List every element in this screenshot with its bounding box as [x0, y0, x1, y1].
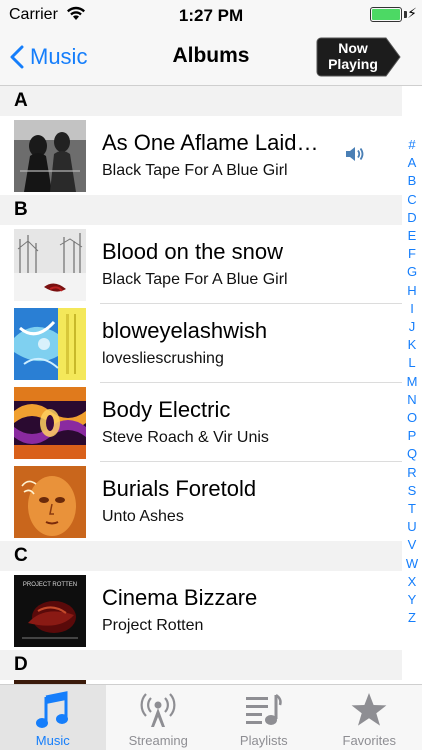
album-title: Cinema Bizzare	[102, 585, 258, 610]
album-art-text: PROJECT ROTTEN	[23, 582, 77, 588]
index-letter[interactable]: C	[407, 191, 416, 209]
index-letter[interactable]: I	[410, 300, 414, 318]
tab-playlists-label: Playlists	[239, 733, 288, 748]
album-artist: Black Tape For A Blue Girl	[102, 162, 288, 179]
speaker-icon	[345, 146, 365, 167]
album-title: Body Electric	[102, 397, 231, 422]
album-row[interactable]: As One Aflame Laid… Black Tape For A Blu…	[0, 116, 402, 195]
charging-bolt-icon: ⚡︎	[407, 5, 417, 21]
navigation-bar: Music Albums Now Playing	[0, 30, 422, 86]
index-letter[interactable]: K	[408, 336, 417, 354]
index-letter[interactable]: Z	[408, 609, 416, 627]
album-artist: Unto Ashes	[102, 508, 184, 525]
index-letter[interactable]: O	[407, 409, 417, 427]
index-letter[interactable]: B	[408, 172, 417, 190]
index-letter[interactable]: M	[407, 373, 418, 391]
album-row[interactable]: Burials Foretold Unto Ashes	[0, 462, 402, 541]
album-list[interactable]: A As One Aflame Laid… Black Tape For A B…	[0, 86, 402, 684]
index-letter[interactable]: L	[408, 354, 415, 372]
album-title: Blood on the snow	[102, 239, 284, 264]
playlist-icon	[211, 691, 317, 729]
album-artist: Black Tape For A Blue Girl	[102, 271, 288, 288]
section-header-c: C	[0, 541, 402, 571]
section-header-a: A	[0, 86, 402, 116]
album-art	[14, 308, 86, 380]
album-title: bloweyelashwish	[102, 318, 268, 343]
index-letter[interactable]: G	[407, 263, 417, 281]
index-letter[interactable]: E	[408, 227, 417, 245]
index-letter[interactable]: T	[408, 500, 416, 518]
album-artist: Project Rotten	[102, 617, 204, 634]
album-title: Burials Foretold	[102, 476, 257, 501]
index-letter[interactable]: W	[406, 555, 418, 573]
now-playing-button[interactable]: Now Playing	[316, 37, 402, 77]
clock: 1:27 PM	[178, 6, 244, 25]
album-art	[14, 466, 86, 538]
index-letter[interactable]: U	[407, 518, 416, 536]
now-playing-label: Now Playing	[328, 40, 378, 72]
tab-streaming-label: Streaming	[128, 733, 188, 748]
album-row[interactable]: bloweyelashwish lovesliescrushing	[0, 304, 402, 383]
tab-bar: Music Streaming Playlists Favorites	[0, 684, 422, 750]
battery-icon	[370, 7, 402, 22]
album-art	[14, 120, 86, 192]
tab-playlists[interactable]: Playlists	[211, 685, 317, 750]
album-row[interactable]: PROJECT ROTTEN Cinema Bizzare Project Ro…	[0, 571, 402, 650]
index-letter[interactable]: D	[407, 209, 416, 227]
index-letter[interactable]: Q	[407, 445, 417, 463]
index-letter[interactable]: V	[408, 536, 417, 554]
album-row[interactable]: Blood on the snow Black Tape For A Blue …	[0, 225, 402, 304]
status-bar: Carrier 1:27 PM ⚡︎	[0, 0, 422, 30]
album-artist: lovesliescrushing	[102, 350, 224, 367]
index-letter[interactable]: Y	[408, 591, 417, 609]
tab-streaming[interactable]: Streaming	[106, 685, 212, 750]
index-letter[interactable]: R	[407, 464, 416, 482]
index-letter[interactable]: J	[409, 318, 416, 336]
album-artist: Steve Roach & Vir Unis	[102, 429, 269, 446]
index-letter[interactable]: A	[408, 154, 417, 172]
album-row[interactable]: Body Electric Steve Roach & Vir Unis	[0, 383, 402, 462]
music-note-icon	[0, 691, 106, 729]
star-icon	[317, 691, 422, 729]
index-letter[interactable]: X	[408, 573, 417, 591]
tab-music-label: Music	[35, 733, 70, 748]
section-index[interactable]: # A B C D E F G H I J K L M N O P Q R S T U V W X Y Z	[402, 136, 422, 627]
index-letter[interactable]: H	[407, 282, 416, 300]
tab-favorites-label: Favorites	[342, 733, 396, 748]
index-letter[interactable]: F	[408, 245, 416, 263]
album-art: PROJECT ROTTEN	[14, 575, 86, 647]
broadcast-icon	[106, 691, 212, 729]
index-letter[interactable]: N	[407, 391, 416, 409]
index-letter[interactable]: S	[408, 482, 417, 500]
album-art	[14, 387, 86, 459]
section-header-d: D	[0, 650, 402, 680]
album-title: As One Aflame Laid…	[102, 130, 319, 155]
tab-favorites[interactable]: Favorites	[317, 685, 422, 750]
section-header-b: B	[0, 195, 402, 225]
index-letter[interactable]: P	[408, 427, 417, 445]
album-art	[14, 229, 86, 301]
tab-music[interactable]: Music	[0, 685, 106, 750]
index-letter[interactable]: #	[408, 136, 415, 154]
